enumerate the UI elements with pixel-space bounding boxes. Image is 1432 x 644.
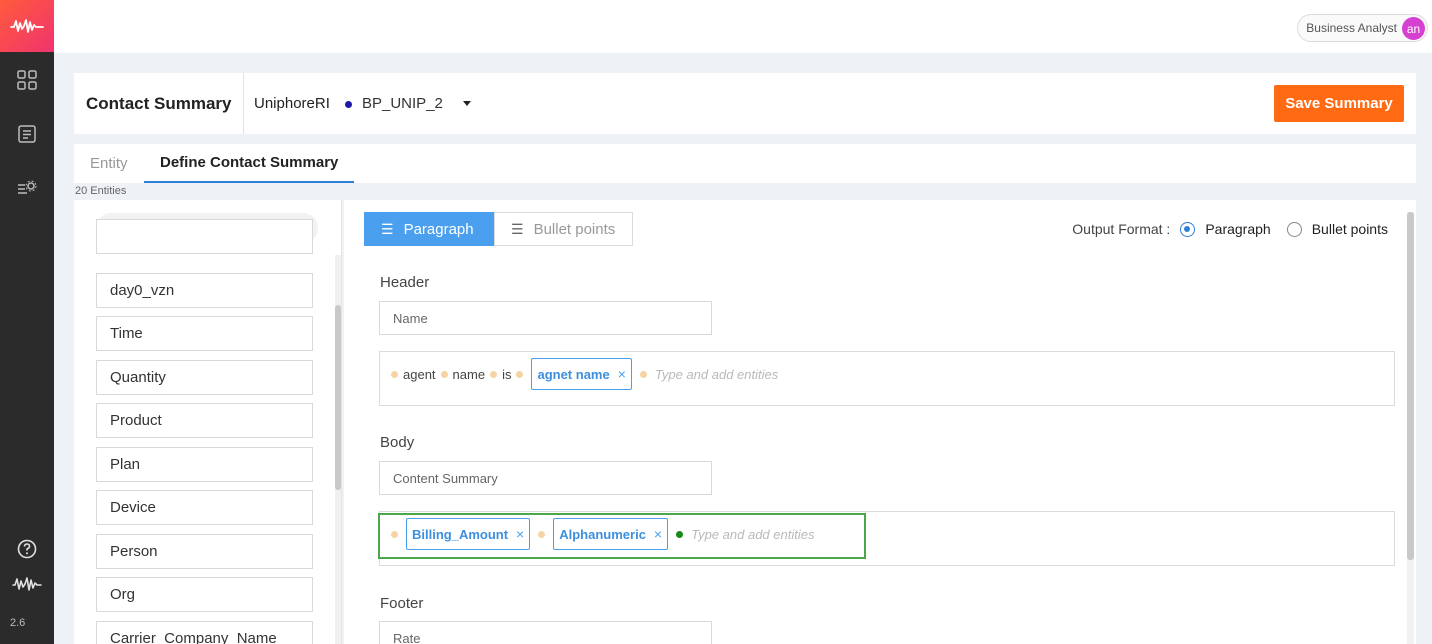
- save-summary-button[interactable]: Save Summary: [1274, 85, 1404, 122]
- list-item[interactable]: Carrier_Company_Name: [96, 621, 313, 644]
- header-name-field[interactable]: Name: [379, 301, 712, 335]
- entity-chip-label: agnet name: [537, 366, 610, 382]
- token-dot: [440, 370, 448, 378]
- list-item[interactable]: Device: [96, 490, 313, 525]
- list-icon: ☰: [381, 220, 394, 237]
- list-item[interactable]: [96, 219, 313, 254]
- bp-select-value[interactable]: BP_UNIP_2: [362, 95, 443, 112]
- bullet-list-icon: ☰: [511, 220, 524, 237]
- token-dot: [516, 370, 524, 378]
- bullets-toggle-button[interactable]: ☰ Bullet points: [494, 212, 633, 246]
- page-title: Contact Summary: [86, 94, 232, 113]
- tab-entity[interactable]: Entity: [74, 144, 144, 183]
- header-token-row: agent name is agnet name × Type and add …: [386, 358, 778, 390]
- top-bar: Business Analyst an: [54, 0, 1432, 53]
- paragraph-radio[interactable]: [1180, 221, 1196, 237]
- token-word[interactable]: is: [502, 367, 511, 382]
- close-icon[interactable]: ×: [618, 366, 626, 382]
- footer-section-label: Footer: [380, 595, 424, 612]
- paragraph-toggle-button[interactable]: ☰ Paragraph: [364, 212, 494, 246]
- left-rail: 2.6: [0, 0, 54, 644]
- app-version: 2.6: [10, 617, 26, 629]
- header-token-field[interactable]: agent name is agnet name × Type and add …: [379, 351, 1395, 406]
- token-word[interactable]: name: [453, 367, 486, 382]
- entity-list-scrollbar[interactable]: [335, 255, 341, 644]
- user-menu[interactable]: Business Analyst an: [1297, 14, 1428, 42]
- token-placeholder[interactable]: Type and add entities: [655, 367, 778, 382]
- body-section-label: Body: [380, 434, 415, 451]
- user-role: Business Analyst: [1306, 21, 1397, 35]
- list-settings-icon[interactable]: [0, 178, 54, 198]
- uniphore-wave-icon: [0, 576, 54, 592]
- format-toggle: ☰ Paragraph ☰ Bullet points: [364, 212, 633, 246]
- output-format: Output Format : Paragraph Bullet points: [1072, 221, 1388, 237]
- bullets-radio-label[interactable]: Bullet points: [1312, 221, 1388, 237]
- document-icon[interactable]: [0, 124, 54, 144]
- bullets-radio[interactable]: [1286, 221, 1302, 237]
- paragraph-radio-label[interactable]: Paragraph: [1205, 221, 1270, 237]
- output-format-label: Output Format :: [1072, 221, 1171, 237]
- token-dot: [391, 370, 398, 378]
- entity-chip[interactable]: agnet name ×: [531, 358, 632, 390]
- token-dot: [639, 370, 647, 378]
- entity-panel: day0_vzn Time Quantity Product Plan Devi…: [74, 200, 342, 644]
- header-divider: [243, 73, 244, 134]
- body-name-field[interactable]: Content Summary: [379, 461, 712, 495]
- uniphore-logo-icon[interactable]: [0, 0, 54, 52]
- token-word[interactable]: agent: [403, 367, 436, 382]
- scrollbar-thumb[interactable]: [1407, 212, 1414, 560]
- dashboard-grid-icon[interactable]: [0, 70, 54, 90]
- paragraph-toggle-label: Paragraph: [403, 220, 474, 238]
- bp-status-dot: [345, 101, 352, 108]
- entity-count: 20 Entities: [75, 185, 127, 197]
- footer-name-field[interactable]: Rate: [379, 621, 712, 644]
- project-name: UniphoreRI: [254, 95, 330, 112]
- focus-highlight: [378, 513, 866, 559]
- list-item[interactable]: Person: [96, 534, 313, 569]
- caret-down-icon[interactable]: [463, 101, 471, 106]
- tab-bar: Entity Define Contact Summary: [74, 144, 1416, 183]
- list-item[interactable]: Org: [96, 577, 313, 612]
- list-item[interactable]: Quantity: [96, 360, 313, 395]
- bullets-toggle-label: Bullet points: [533, 220, 616, 238]
- tab-define-contact-summary[interactable]: Define Contact Summary: [144, 144, 355, 183]
- editor-scrollbar[interactable]: [1407, 212, 1414, 644]
- page-header: Contact Summary UniphoreRI BP_UNIP_2 Sav…: [74, 73, 1416, 134]
- header-section-label: Header: [380, 274, 430, 291]
- scrollbar-thumb[interactable]: [335, 305, 341, 490]
- list-item[interactable]: day0_vzn: [96, 273, 313, 308]
- token-dot: [490, 370, 498, 378]
- summary-editor: ☰ Paragraph ☰ Bullet points Output Forma…: [344, 200, 1416, 644]
- list-item[interactable]: Product: [96, 403, 313, 438]
- avatar[interactable]: an: [1402, 17, 1425, 40]
- list-item[interactable]: Time: [96, 316, 313, 351]
- list-item[interactable]: Plan: [96, 447, 313, 482]
- help-icon[interactable]: [0, 539, 54, 559]
